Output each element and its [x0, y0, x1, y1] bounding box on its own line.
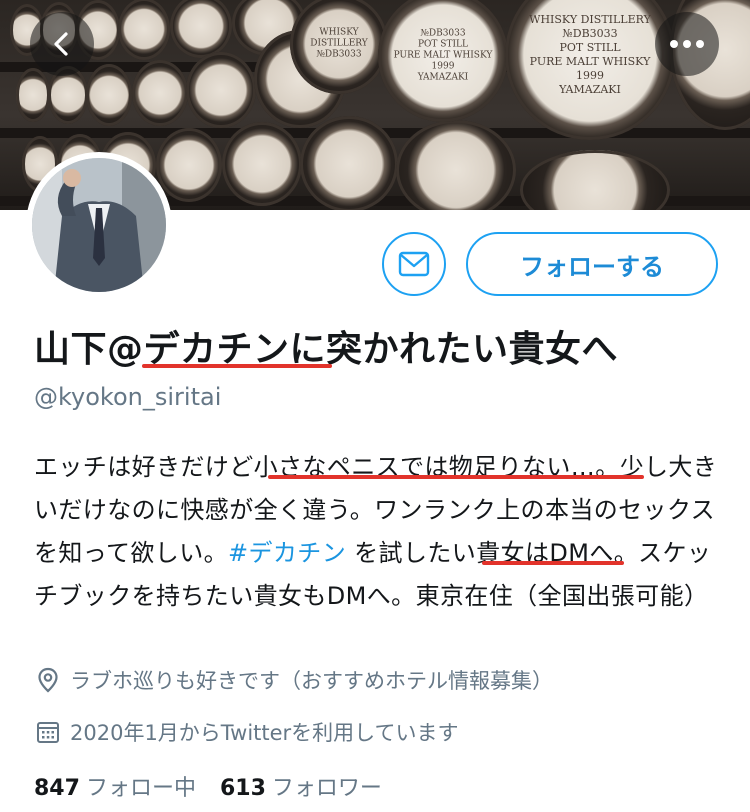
more-dots-icon	[670, 40, 704, 48]
bio-hashtag-link[interactable]: #デカチン	[228, 539, 346, 567]
follow-stats: 847 フォロー中 613 フォロワー	[34, 770, 406, 802]
following-count: 847	[34, 776, 80, 801]
followers-count: 613	[219, 776, 266, 801]
profile-bio: エッチは好きだけど小さなペニスでは物足りない…。少し大きいだけなのに快感が全く違…	[34, 446, 724, 618]
chevron-left-icon	[54, 32, 68, 56]
more-options-button[interactable]	[655, 12, 719, 76]
profile-page: WHISKY DISTILLERY №DB3033 №DB3033 POT ST…	[0, 0, 750, 812]
profile-handle: @kyokon_siritai	[34, 383, 222, 411]
follow-button-label: フォローする	[520, 252, 664, 281]
avatar-photo	[32, 158, 166, 292]
follow-button[interactable]: フォローする	[466, 232, 718, 296]
annotation-underline	[268, 475, 644, 479]
banner-barrel-label: WHISKY DISTILLERY №DB3033 POT STILL PURE…	[529, 13, 651, 96]
envelope-icon	[398, 251, 430, 277]
banner-barrel-label: WHISKY DISTILLERY №DB3033	[310, 27, 368, 60]
direct-message-button[interactable]	[382, 232, 446, 296]
followers-link[interactable]: 613 フォロワー	[220, 770, 382, 802]
annotation-underline	[482, 561, 624, 565]
location-text: ラブホ巡りも好きです（おすすめホテル情報募集）	[70, 669, 553, 693]
joined-text: 2020年1月からTwitterを利用しています	[70, 721, 459, 745]
location-pin-icon	[34, 666, 62, 694]
following-link[interactable]: 847 フォロー中	[34, 770, 196, 802]
annotation-underline	[142, 364, 332, 368]
back-button[interactable]	[30, 12, 94, 76]
banner-barrel-label: №DB3033 POT STILL PURE MALT WHISKY 1999 …	[393, 28, 493, 83]
following-label: フォロー中	[85, 776, 196, 801]
profile-joined-date: 2020年1月からTwitterを利用しています	[34, 717, 459, 747]
avatar[interactable]	[26, 152, 172, 298]
profile-location: ラブホ巡りも好きです（おすすめホテル情報募集）	[34, 665, 553, 695]
followers-label: フォロワー	[271, 776, 382, 801]
calendar-icon	[34, 718, 62, 746]
